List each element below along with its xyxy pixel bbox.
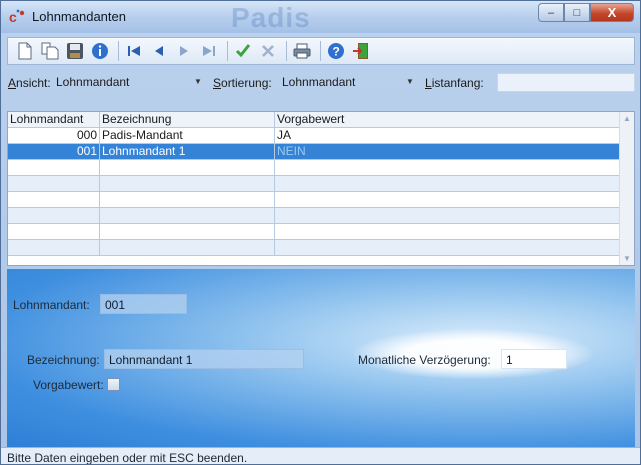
toolbar-separator <box>227 41 228 61</box>
verzoegerung-field[interactable]: 1 <box>501 349 567 369</box>
cell-lohnmandant: 000 <box>8 128 100 144</box>
listanfang-label: Listanfang: <box>425 76 484 90</box>
table-row-selected[interactable]: 001 Lohnmandant 1 NEIN <box>8 144 620 160</box>
table-row-empty[interactable] <box>8 192 620 208</box>
new-document-icon[interactable] <box>14 40 36 62</box>
table-header: Lohnmandant Bezeichnung Vorgabewert <box>8 112 620 128</box>
verzoegerung-label: Monatliche Verzögerung: <box>358 353 491 367</box>
vertical-scrollbar[interactable]: ▲ ▼ <box>619 112 634 265</box>
print-icon[interactable] <box>291 40 313 62</box>
status-text: Bitte Daten eingeben oder mit ESC beende… <box>7 451 248 465</box>
ansicht-select[interactable]: Lohnmandant <box>53 73 203 92</box>
title-bar[interactable]: c Lohnmandanten Padis – □ X <box>1 1 640 33</box>
save-disk-icon[interactable] <box>64 40 86 62</box>
svg-text:c: c <box>9 9 17 25</box>
cell-vorgabewert: JA <box>277 128 292 142</box>
mandanten-table: Lohnmandant Bezeichnung Vorgabewert 000 … <box>7 111 635 266</box>
sortierung-label: Sortierung: <box>213 76 272 90</box>
column-header-lohnmandant[interactable]: Lohnmandant <box>8 112 100 128</box>
table-row-empty[interactable] <box>8 208 620 224</box>
column-header-vorgabewert[interactable]: Vorgabewert <box>275 112 620 128</box>
window-title: Lohnmandanten <box>32 9 126 24</box>
sortierung-select[interactable]: Lohnmandant <box>279 73 414 92</box>
next-record-icon[interactable] <box>173 40 195 62</box>
ansicht-label: Ansicht: <box>8 76 51 90</box>
cell-bezeichnung: Padis-Mandant <box>100 128 275 144</box>
cell-bezeichnung: Lohnmandant 1 <box>100 144 275 160</box>
lohnmandant-label: Lohnmandant: <box>13 298 90 312</box>
close-button[interactable]: X <box>590 3 634 22</box>
chevron-down-icon[interactable]: ▼ <box>194 77 202 86</box>
exit-door-icon[interactable] <box>350 40 372 62</box>
first-record-icon[interactable] <box>123 40 145 62</box>
cell-lohnmandant: 001 <box>8 144 100 160</box>
vorgabewert-checkbox[interactable] <box>107 378 120 391</box>
help-icon[interactable]: ? <box>325 40 347 62</box>
column-header-bezeichnung[interactable]: Bezeichnung <box>100 112 275 128</box>
table-row[interactable]: 000 Padis-Mandant JA <box>8 128 620 144</box>
status-bar: Bitte Daten eingeben oder mit ESC beende… <box>1 447 640 465</box>
filter-bar: Ansicht: Lohnmandant ▼ Sortierung: Lohnm… <box>7 71 635 95</box>
detail-panel: Lohnmandant: 001 Bezeichnung: Lohnmandan… <box>7 269 635 447</box>
bezeichnung-field[interactable]: Lohnmandant 1 <box>104 349 304 369</box>
minimize-button[interactable]: – <box>538 3 564 22</box>
cancel-x-icon[interactable] <box>257 40 279 62</box>
maximize-button[interactable]: □ <box>564 3 590 22</box>
last-record-icon[interactable] <box>198 40 220 62</box>
toolbar-separator <box>286 41 287 61</box>
svg-text:?: ? <box>333 45 340 59</box>
app-logo-icon: c <box>9 9 25 25</box>
toolbar-separator <box>320 41 321 61</box>
window-controls: – □ X <box>538 3 634 23</box>
brand-watermark: Padis <box>231 2 311 33</box>
table-row-empty[interactable] <box>8 224 620 240</box>
previous-record-icon[interactable] <box>148 40 170 62</box>
table-row-empty[interactable] <box>8 176 620 192</box>
info-icon[interactable] <box>89 40 111 62</box>
app-window: c Lohnmandanten Padis – □ X ? Ansicht: L… <box>0 0 641 465</box>
copy-document-icon[interactable] <box>39 40 61 62</box>
lohnmandant-field[interactable]: 001 <box>100 294 187 314</box>
listanfang-input[interactable] <box>497 73 635 92</box>
toolbar: ? <box>7 37 635 65</box>
scroll-up-icon[interactable]: ▲ <box>623 114 631 123</box>
scroll-down-icon[interactable]: ▼ <box>623 254 631 263</box>
chevron-down-icon[interactable]: ▼ <box>406 77 414 86</box>
bezeichnung-label: Bezeichnung: <box>27 353 100 367</box>
cell-vorgabewert: NEIN <box>277 144 306 158</box>
toolbar-separator <box>118 41 119 61</box>
vorgabewert-label: Vorgabewert: <box>33 378 104 392</box>
table-row-empty[interactable] <box>8 240 620 256</box>
table-row-empty[interactable] <box>8 160 620 176</box>
confirm-check-icon[interactable] <box>232 40 254 62</box>
